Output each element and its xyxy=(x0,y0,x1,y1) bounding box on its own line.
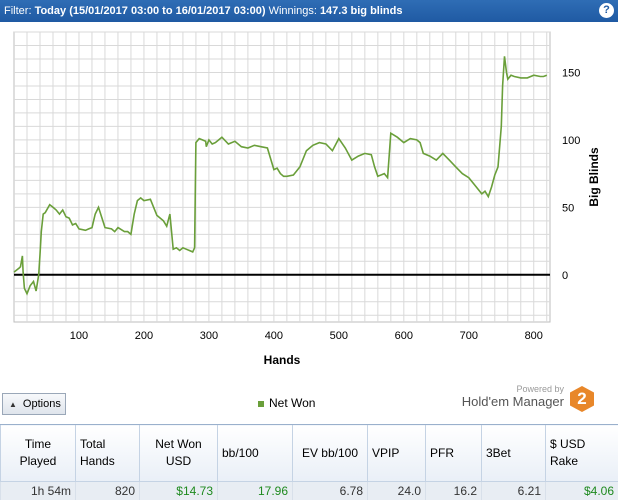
val-bb-100: 17.96 xyxy=(217,481,293,500)
x-tick-label: 600 xyxy=(395,330,413,342)
brand-name: Hold'em Manager xyxy=(461,394,564,409)
chart-legend: Net Won xyxy=(258,396,315,410)
col-pfr[interactable]: PFR xyxy=(425,424,482,482)
x-tick-label: 200 xyxy=(135,330,153,342)
stats-header-row: Time Played Total Hands Net Won USD bb/1… xyxy=(0,424,618,482)
plot-area xyxy=(13,31,551,323)
net-won-chart: 100 200 300 400 500 600 700 800 0 50 100 150 Hands Bi… xyxy=(0,22,618,390)
collapse-arrow-icon: ▲ xyxy=(9,400,17,409)
x-axis-title: Hands xyxy=(264,353,301,367)
col-ev-bb-100[interactable]: EV bb/100 xyxy=(292,424,368,482)
x-tick-label: 400 xyxy=(265,330,283,342)
y-tick-label: 100 xyxy=(562,135,580,147)
stats-table: Time Played Total Hands Net Won USD bb/1… xyxy=(0,424,618,500)
winnings-value: 147.3 big blinds xyxy=(319,5,403,17)
x-tick-label: 100 xyxy=(70,330,88,342)
col-bb-100[interactable]: bb/100 xyxy=(217,424,293,482)
options-button[interactable]: ▲ Options xyxy=(2,393,66,415)
options-label: Options xyxy=(22,398,61,410)
stats-value-row: 1h 54m 820 $14.73 17.96 6.78 24.0 16.2 6… xyxy=(0,481,618,500)
x-tick-label: 300 xyxy=(200,330,218,342)
y-tick-label: 0 xyxy=(562,270,568,282)
val-total-hands: 820 xyxy=(75,481,140,500)
val-pfr: 16.2 xyxy=(425,481,482,500)
hem2-logo-icon: 2 xyxy=(570,386,594,412)
filter-bar: Filter: Today (15/01/2017 03:00 to 16/01… xyxy=(0,0,618,22)
val-time-played: 1h 54m xyxy=(0,481,76,500)
y-tick-label: 50 xyxy=(562,202,574,214)
filter-value[interactable]: Today (15/01/2017 03:00 to 16/01/2017 03… xyxy=(35,5,266,17)
help-icon[interactable]: ? xyxy=(599,3,614,18)
val-net-won-usd: $14.73 xyxy=(139,481,218,500)
filter-label: Filter: xyxy=(4,5,32,17)
val-vpip: 24.0 xyxy=(367,481,426,500)
val-3bet: 6.21 xyxy=(481,481,546,500)
col-time-played[interactable]: Time Played xyxy=(0,424,76,482)
legend-label: Net Won xyxy=(269,396,316,410)
x-tick-label: 700 xyxy=(460,330,478,342)
chart-toolbar: ▲ Options Net Won Powered by Hold'em Mana… xyxy=(0,384,618,424)
brand-mark: Powered by Hold'em Manager 2 xyxy=(424,384,604,414)
col-vpip[interactable]: VPIP xyxy=(367,424,426,482)
col-total-hands[interactable]: Total Hands xyxy=(75,424,140,482)
legend-swatch xyxy=(258,400,264,407)
chart-svg: 100 200 300 400 500 600 700 800 0 50 100 150 Hands Bi… xyxy=(13,31,601,367)
winnings-label: Winnings: xyxy=(268,5,317,17)
col-3bet[interactable]: 3Bet xyxy=(481,424,546,482)
val-ev-bb-100: 6.78 xyxy=(292,481,368,500)
y-axis-title: Big Blinds xyxy=(587,147,601,207)
x-tick-label: 800 xyxy=(525,330,543,342)
col-net-won-usd[interactable]: Net Won USD xyxy=(139,424,218,482)
val-usd-rake: $4.06 xyxy=(545,481,618,500)
powered-by-text: Powered by xyxy=(516,384,564,394)
x-tick-label: 500 xyxy=(330,330,348,342)
col-usd-rake[interactable]: $ USD Rake xyxy=(545,424,618,482)
y-tick-label: 150 xyxy=(562,67,580,79)
